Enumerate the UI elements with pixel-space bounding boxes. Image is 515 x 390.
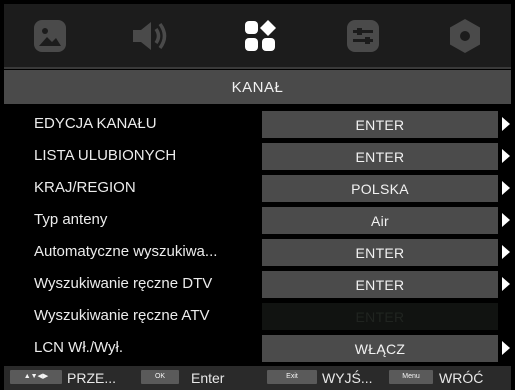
arrow-right-icon bbox=[502, 149, 510, 163]
menu-item-manual-atv: Wyszukiwanie ręczne ATV ENTER bbox=[4, 300, 511, 332]
channel-icon bbox=[243, 19, 277, 53]
arrow-right-icon bbox=[502, 117, 510, 131]
tab-sound[interactable] bbox=[132, 18, 168, 54]
tab-settings[interactable] bbox=[345, 18, 381, 54]
menu-item-value[interactable]: Air bbox=[262, 207, 498, 234]
ok-hint: Enter bbox=[191, 370, 225, 386]
menu-list: EDYCJA KANAŁU ENTER LISTA ULUBIONYCH ENT… bbox=[4, 108, 511, 364]
menu-item-auto-search[interactable]: Automatyczne wyszukiwa... ENTER bbox=[4, 236, 511, 268]
nav-keys-badge: ▲▼◀▶ bbox=[10, 370, 62, 384]
menu-item-label: EDYCJA KANAŁU bbox=[34, 115, 157, 132]
menu-item-label: Wyszukiwanie ręczne ATV bbox=[34, 307, 210, 324]
menu-title: KANAŁ bbox=[4, 70, 511, 104]
menu-item-value[interactable]: WŁĄCZ bbox=[262, 335, 498, 362]
tab-channel[interactable] bbox=[242, 18, 278, 54]
menu-item-value[interactable]: ENTER bbox=[262, 239, 498, 266]
menu-item-label: LCN Wł./Wył. bbox=[34, 339, 124, 356]
tv-menu-screen: KANAŁ EDYCJA KANAŁU ENTER LISTA ULUBIONY… bbox=[0, 0, 515, 390]
menu-item-label: LISTA ULUBIONYCH bbox=[34, 147, 177, 164]
menu-item-lcn[interactable]: LCN Wł./Wył. WŁĄCZ bbox=[4, 332, 511, 364]
sound-icon bbox=[130, 19, 170, 53]
menu-item-value[interactable]: ENTER bbox=[262, 111, 498, 138]
menu-item-country-region[interactable]: KRAJ/REGION POLSKA bbox=[4, 172, 511, 204]
picture-icon bbox=[33, 19, 67, 53]
arrow-right-icon bbox=[502, 277, 510, 291]
arrow-right-icon bbox=[502, 341, 510, 355]
menu-item-channel-edit[interactable]: EDYCJA KANAŁU ENTER bbox=[4, 108, 511, 140]
menu-item-manual-dtv[interactable]: Wyszukiwanie ręczne DTV ENTER bbox=[4, 268, 511, 300]
menu-item-value[interactable]: POLSKA bbox=[262, 175, 498, 202]
arrow-right-icon bbox=[502, 181, 510, 195]
ok-key-badge: OK bbox=[141, 370, 179, 384]
menu-item-label: KRAJ/REGION bbox=[34, 179, 136, 196]
menu-item-label: Automatyczne wyszukiwa... bbox=[34, 243, 218, 260]
menu-item-label: Typ anteny bbox=[34, 211, 108, 228]
menu-item-value[interactable]: ENTER bbox=[262, 271, 498, 298]
menu-item-label: Wyszukiwanie ręczne DTV bbox=[34, 275, 213, 292]
arrow-right-icon bbox=[502, 213, 510, 227]
menu-item-favorites[interactable]: LISTA ULUBIONYCH ENTER bbox=[4, 140, 511, 172]
menu-item-value-disabled: ENTER bbox=[262, 303, 498, 330]
settings-icon bbox=[346, 19, 380, 53]
nav-hint: PRZE... bbox=[67, 370, 117, 386]
tab-picture[interactable] bbox=[32, 18, 68, 54]
menu-key-badge: Menu bbox=[389, 370, 433, 384]
arrow-right-icon bbox=[502, 245, 510, 259]
lock-icon bbox=[447, 18, 483, 54]
menu-item-antenna-type[interactable]: Typ anteny Air bbox=[4, 204, 511, 236]
tab-lock[interactable] bbox=[447, 18, 483, 54]
exit-key-badge: Exit bbox=[267, 370, 317, 384]
menu-category-bar bbox=[4, 4, 511, 69]
exit-hint: WYJŚ... bbox=[322, 370, 373, 386]
menu-item-value[interactable]: ENTER bbox=[262, 143, 498, 170]
help-bar: ▲▼◀▶ PRZE... OK Enter Exit WYJŚ... Menu … bbox=[4, 366, 511, 390]
back-hint: WRÓĆ bbox=[439, 370, 484, 386]
